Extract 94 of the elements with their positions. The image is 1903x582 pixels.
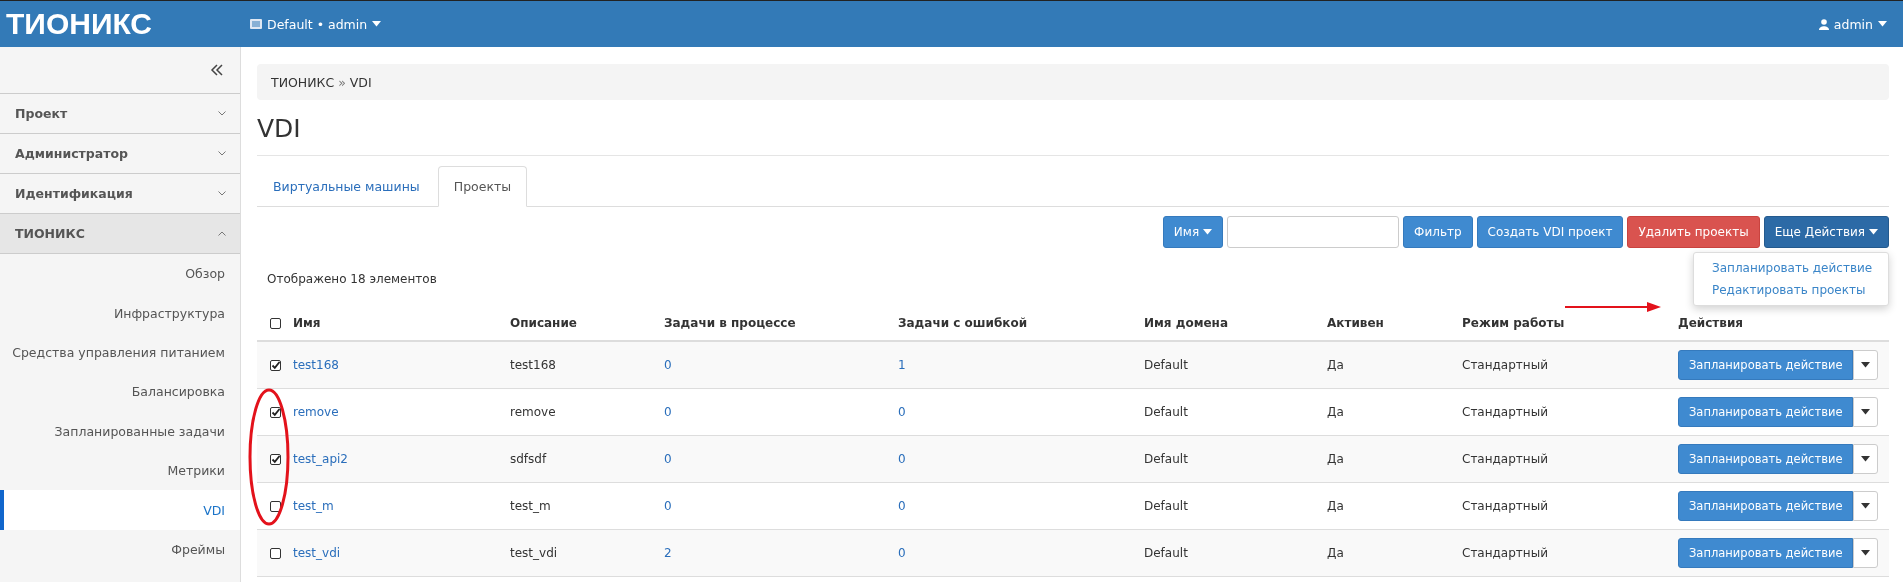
- project-menu[interactable]: Default • admin: [250, 16, 382, 32]
- table-cell: Default: [1144, 388, 1327, 436]
- action-button[interactable]: Запланировать действие: [1678, 397, 1854, 427]
- table-link[interactable]: test_m: [293, 499, 334, 513]
- caret-icon: [1869, 229, 1878, 235]
- table-link[interactable]: 1: [898, 358, 906, 372]
- table-link[interactable]: 0: [664, 499, 672, 513]
- action-button[interactable]: Запланировать действие: [1678, 350, 1854, 380]
- action-button[interactable]: Запланировать действие: [1678, 538, 1854, 568]
- dropdown-toggle[interactable]: [1853, 350, 1879, 380]
- table-link[interactable]: 0: [898, 499, 906, 513]
- caret-icon: [1861, 409, 1871, 415]
- table-link[interactable]: 0: [664, 358, 672, 372]
- table-link[interactable]: 0: [664, 405, 672, 419]
- checkbox[interactable]: [269, 453, 281, 465]
- table-cell: Да: [1327, 341, 1462, 389]
- sidebar-item[interactable]: Фреймы: [0, 529, 240, 570]
- dropdown-toggle[interactable]: [1853, 538, 1879, 568]
- menu-item[interactable]: Запланировать действие: [1694, 257, 1888, 279]
- table-cell: test168: [510, 341, 664, 389]
- sidebar-item[interactable]: Инфраструктура: [0, 293, 240, 333]
- breadcrumb: ТИОНИКС » VDI: [257, 64, 1889, 100]
- caret-icon: [1861, 456, 1871, 462]
- table-link[interactable]: 0: [664, 452, 672, 466]
- caret-icon: [1861, 550, 1871, 556]
- table-cell: Да: [1327, 388, 1462, 436]
- table-cell: test_m: [510, 482, 664, 530]
- toolbar-button[interactable]: Фильтр: [1403, 216, 1473, 248]
- table-cell: Да: [1327, 435, 1462, 483]
- chevron-down-icon: [218, 111, 226, 116]
- checkbox[interactable]: [269, 359, 281, 371]
- search-field[interactable]: [1227, 216, 1400, 248]
- action-button[interactable]: Запланировать действие: [1678, 444, 1854, 474]
- checkbox[interactable]: [269, 500, 281, 512]
- sidebar-item[interactable]: Обзор: [0, 254, 240, 294]
- checkbox[interactable]: [269, 406, 281, 418]
- caret-icon: [1878, 21, 1887, 27]
- caret-icon: [372, 21, 382, 27]
- sidebar-section[interactable]: ТИОНИКС: [0, 214, 240, 254]
- table-cell: Default: [1144, 435, 1327, 483]
- table-link[interactable]: 2: [664, 546, 672, 560]
- filter-select[interactable]: Имя: [1162, 216, 1224, 248]
- sidebar-item[interactable]: Средства управления питанием: [0, 332, 240, 373]
- table-cell: Default: [1144, 529, 1327, 577]
- chevron-down-icon: [218, 191, 226, 196]
- table-link[interactable]: remove: [293, 405, 339, 419]
- more-actions-button[interactable]: Еще Действия: [1763, 216, 1889, 248]
- table-cell: Да: [1327, 482, 1462, 530]
- table-link[interactable]: test_vdi: [293, 546, 341, 560]
- dropdown-toggle[interactable]: [1853, 397, 1879, 427]
- table-link[interactable]: test_api2: [293, 452, 348, 466]
- table-cell: Стандартный: [1462, 388, 1678, 436]
- tab[interactable]: Проекты: [437, 166, 528, 207]
- table-cell: remove: [510, 388, 664, 436]
- action-button[interactable]: Запланировать действие: [1678, 491, 1854, 521]
- collapse-icon[interactable]: [210, 63, 224, 77]
- chevron-down-icon: [218, 151, 226, 156]
- tab[interactable]: Виртуальные машины: [257, 166, 436, 207]
- table-link[interactable]: 0: [898, 405, 906, 419]
- table-cell: Да: [1327, 529, 1462, 577]
- page-title: VDI: [257, 114, 1889, 156]
- sidebar-item[interactable]: VDI: [0, 490, 240, 530]
- table-cell: Default: [1144, 482, 1327, 530]
- user-icon: [1818, 18, 1829, 30]
- sidebar-item[interactable]: Запланированные задачи: [0, 411, 240, 451]
- sidebar-item[interactable]: Метрики: [0, 450, 240, 491]
- dropdown-toggle[interactable]: [1853, 491, 1879, 521]
- table-cell: Стандартный: [1462, 341, 1678, 389]
- table-cell: sdfsdf: [510, 435, 664, 483]
- user-menu[interactable]: admin: [1818, 16, 1887, 32]
- delete-button[interactable]: Удалить проекты: [1627, 216, 1760, 248]
- table-link[interactable]: 0: [898, 452, 906, 466]
- table-cell: Стандартный: [1462, 529, 1678, 577]
- table-cell: Стандартный: [1462, 435, 1678, 483]
- menu-item[interactable]: Редактировать проекты: [1694, 279, 1888, 301]
- caret-icon: [1203, 229, 1213, 235]
- table-cell: Default: [1144, 341, 1327, 389]
- table-cell: test_vdi: [510, 529, 664, 577]
- caret-icon: [1861, 362, 1871, 368]
- checkbox[interactable]: [269, 547, 281, 559]
- sidebar-section[interactable]: Администратор: [0, 134, 240, 174]
- table-cell: Стандартный: [1462, 482, 1678, 530]
- logo[interactable]: ТИОНИКС: [6, 7, 250, 41]
- server-icon: [250, 19, 262, 29]
- toolbar-button[interactable]: Создать VDI проект: [1476, 216, 1624, 248]
- chevron-up-icon: [218, 231, 226, 236]
- table-link[interactable]: 0: [898, 546, 906, 560]
- caret-icon: [1861, 503, 1871, 509]
- dropdown-toggle[interactable]: [1853, 444, 1879, 474]
- sidebar-section[interactable]: Проект: [0, 94, 240, 134]
- sidebar-item[interactable]: Балансировка: [0, 372, 240, 412]
- checkbox[interactable]: [269, 317, 281, 329]
- table-link[interactable]: test168: [293, 358, 339, 372]
- item-count: Отображено 18 элементов: [267, 272, 437, 288]
